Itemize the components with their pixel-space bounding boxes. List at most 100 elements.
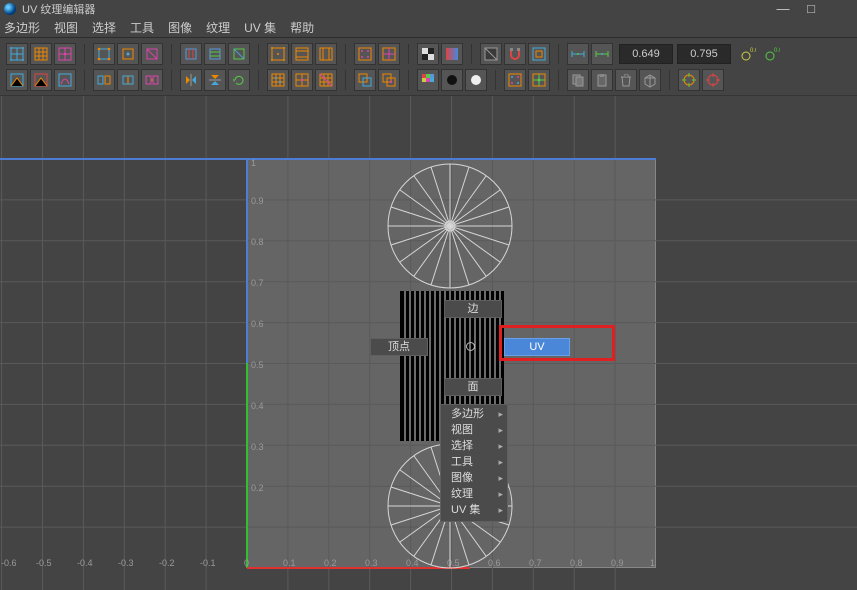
window-title: UV 纹理编辑器 [22,1,769,17]
menu-uvset[interactable]: UV 集 [244,19,276,36]
cyl-y-icon[interactable] [291,43,313,65]
svg-text:0.2: 0.2 [251,483,264,493]
readout-v[interactable]: 0.795 [677,44,731,64]
grid-mag-icon[interactable] [54,43,76,65]
uv-shell-top-wheel [385,161,515,294]
cyl-z-icon[interactable] [315,43,337,65]
lattice-orange-icon[interactable] [30,43,52,65]
movecut-icon[interactable] [141,69,163,91]
exp-gear-icon[interactable]: 0.0 [737,43,759,65]
svg-text:-0.6: -0.6 [1,558,17,568]
svg-text:0.3: 0.3 [251,442,264,452]
menu-bar: 多边形 视图 选择 工具 图像 纹理 UV 集 帮助 [0,18,857,38]
square-cyan-icon[interactable] [93,43,115,65]
minimize-button[interactable]: — [769,2,797,16]
copy-icon[interactable] [567,69,589,91]
magnet-icon[interactable] [504,43,526,65]
marking-menu-center [466,342,475,351]
svg-text:0.9: 0.9 [251,196,264,206]
cube-icon[interactable] [639,69,661,91]
grid-cyan-icon[interactable] [6,43,28,65]
palette-icon[interactable] [417,69,439,91]
snap-a-icon[interactable] [504,69,526,91]
cut-icon[interactable] [93,69,115,91]
flip-v-icon[interactable] [204,69,226,91]
target-a-icon[interactable] [678,69,700,91]
svg-text:0.0: 0.0 [750,48,756,54]
menu-texture[interactable]: 纹理 [206,19,230,36]
stack-a-icon[interactable] [354,69,376,91]
align-v-icon[interactable] [378,43,400,65]
gradient-icon[interactable] [441,43,463,65]
menu-select[interactable]: 选择 [92,19,116,36]
submenu-tools[interactable]: 工具 [441,455,507,471]
svg-text:1: 1 [650,558,655,568]
circle-white-icon[interactable] [465,69,487,91]
snap-b-icon[interactable] [528,69,550,91]
svg-text:0.8: 0.8 [570,558,583,568]
submenu-view[interactable]: 视图 [441,423,507,439]
target-b-icon[interactable] [702,69,724,91]
cyl-x-icon[interactable] [267,43,289,65]
sew-icon[interactable] [117,69,139,91]
svg-text:0.9: 0.9 [611,558,624,568]
menu-tools[interactable]: 工具 [130,19,154,36]
trash-icon[interactable] [615,69,637,91]
svg-text:0.2: 0.2 [324,558,337,568]
svg-text:-0.1: -0.1 [200,558,216,568]
dim-v-icon[interactable] [591,43,613,65]
annotation-highlight [499,325,615,361]
svg-text:0.0: 0.0 [774,48,780,54]
unfold-icon[interactable] [6,69,28,91]
exp-gear2-icon[interactable]: 0.0 [761,43,783,65]
grid-b-icon[interactable] [291,69,313,91]
flip-u-icon[interactable] [180,69,202,91]
svg-text:0.1: 0.1 [283,558,296,568]
submenu-texture[interactable]: 纹理 [441,487,507,503]
title-bar: UV 纹理编辑器 — □ [0,0,857,18]
dim-u-icon[interactable] [567,43,589,65]
submenu-uvset[interactable]: UV 集 [441,503,507,519]
menu-polygons[interactable]: 多边形 [4,19,40,36]
maximize-button[interactable]: □ [797,2,825,16]
menu-help[interactable]: 帮助 [290,19,314,36]
marking-menu-vertex[interactable]: 顶点 [370,338,428,356]
bound-icon[interactable] [528,43,550,65]
square-orange-icon[interactable] [117,43,139,65]
marking-menu-submenu: 多边形 视图 选择 工具 图像 纹理 UV 集 [440,404,508,522]
toolbar: 0.649 0.795 0.0 0.0 [0,38,857,96]
readout-u[interactable]: 0.649 [619,44,673,64]
svg-text:-0.4: -0.4 [77,558,93,568]
svg-text:0.7: 0.7 [251,278,264,288]
marking-menu-face[interactable]: 面 [444,378,502,396]
optimize-icon[interactable] [54,69,76,91]
rotate-icon[interactable] [228,69,250,91]
planar-z-icon[interactable] [228,43,250,65]
circle-black-icon[interactable] [441,69,463,91]
svg-text:0.5: 0.5 [251,360,264,370]
checker-icon[interactable] [417,43,439,65]
svg-text:-0.2: -0.2 [159,558,175,568]
paste-icon[interactable] [591,69,613,91]
grid-c-icon[interactable] [315,69,337,91]
svg-text:0: 0 [244,558,249,568]
menu-view[interactable]: 视图 [54,19,78,36]
svg-text:0.3: 0.3 [365,558,378,568]
svg-text:0.4: 0.4 [251,401,264,411]
viewport[interactable]: -0.6 -0.5 -0.4 -0.3 -0.2 -0.1 0 0.1 0.2 … [0,96,857,590]
svg-text:1: 1 [251,158,256,168]
planar-x-icon[interactable] [180,43,202,65]
marking-menu-edge[interactable]: 边 [444,300,502,318]
submenu-image[interactable]: 图像 [441,471,507,487]
shade-icon[interactable] [480,43,502,65]
submenu-polygons[interactable]: 多边形 [441,407,507,423]
menu-image[interactable]: 图像 [168,19,192,36]
square-mag-icon[interactable] [141,43,163,65]
app-icon [4,3,16,15]
align-u-icon[interactable] [354,43,376,65]
relax-icon[interactable] [30,69,52,91]
grid-a-icon[interactable] [267,69,289,91]
planar-y-icon[interactable] [204,43,226,65]
stack-b-icon[interactable] [378,69,400,91]
submenu-select[interactable]: 选择 [441,439,507,455]
